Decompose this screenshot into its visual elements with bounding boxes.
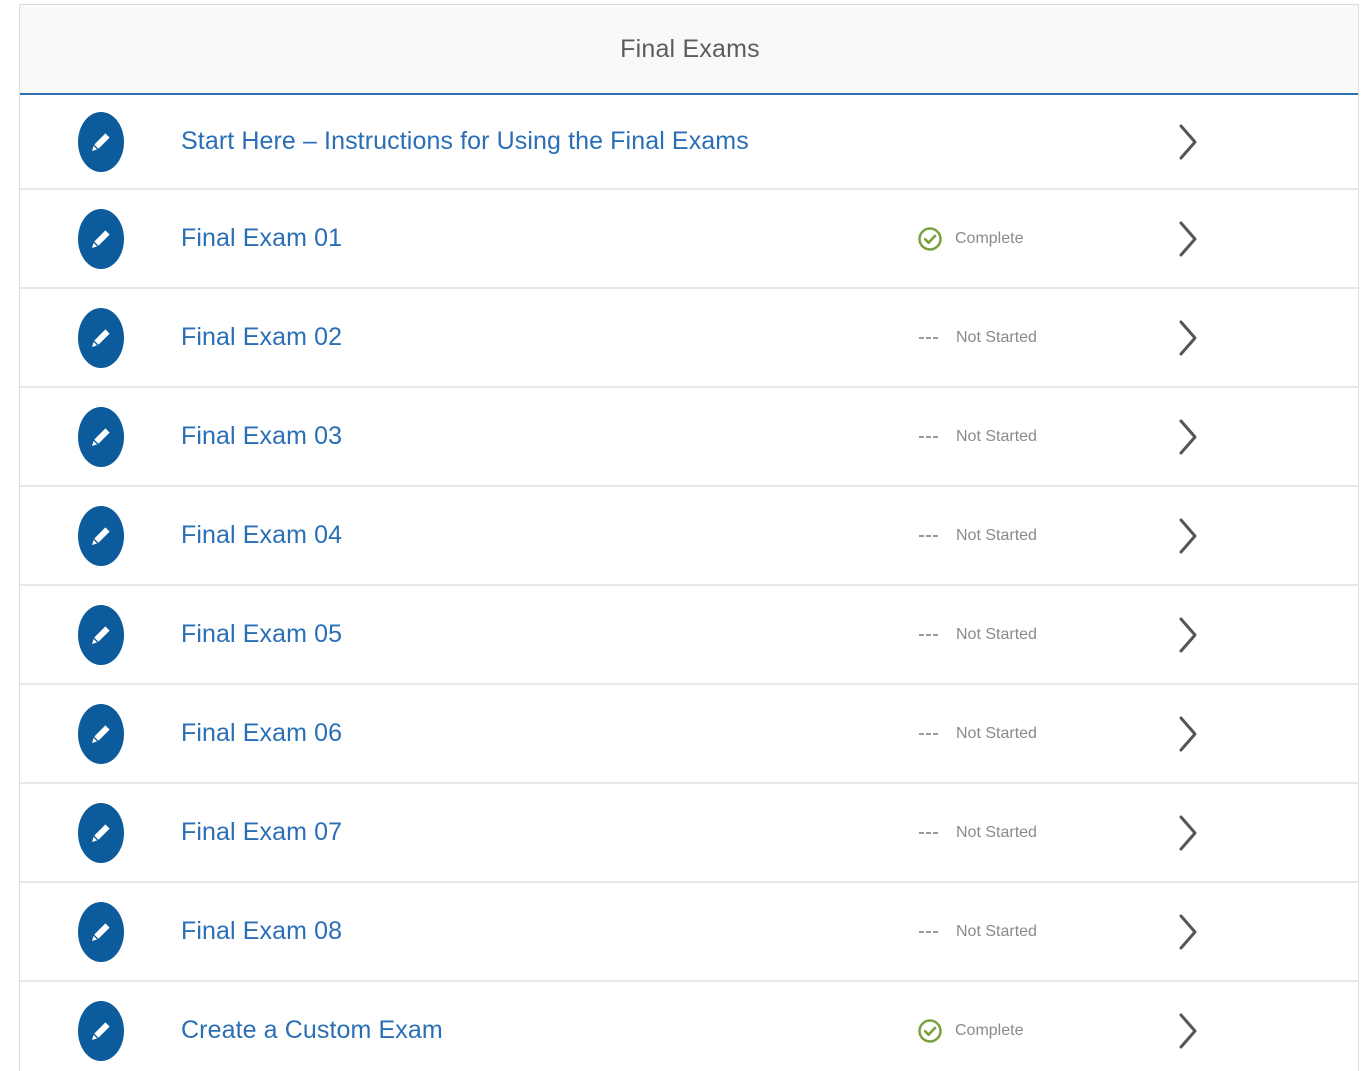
panel-header: Final Exams bbox=[20, 5, 1358, 95]
pencil-icon bbox=[78, 901, 124, 962]
status-indicator: Complete bbox=[917, 226, 1023, 252]
dashes-icon bbox=[917, 336, 942, 340]
exam-row[interactable]: Final Exam 08 Not Started bbox=[20, 883, 1358, 982]
pencil-icon bbox=[78, 307, 124, 368]
dashes-icon bbox=[917, 534, 942, 538]
chevron-right-icon[interactable] bbox=[1176, 1012, 1200, 1050]
exam-row[interactable]: Create a Custom Exam Complete bbox=[20, 982, 1358, 1071]
status-label: Complete bbox=[955, 229, 1024, 247]
exam-row[interactable]: Final Exam 02 Not Started bbox=[20, 289, 1358, 388]
exam-row[interactable]: Final Exam 06 Not Started bbox=[20, 685, 1358, 784]
status-label: Not Started bbox=[956, 328, 1037, 346]
status-label: Not Started bbox=[956, 823, 1037, 841]
exam-row-title[interactable]: Final Exam 01 bbox=[181, 223, 342, 252]
pencil-icon bbox=[78, 1000, 124, 1061]
status-label: Not Started bbox=[956, 922, 1037, 940]
check-circle-icon bbox=[917, 1018, 943, 1044]
exam-row-title[interactable]: Final Exam 05 bbox=[181, 619, 342, 648]
exam-row-title[interactable]: Final Exam 07 bbox=[181, 817, 342, 846]
status-label: Not Started bbox=[956, 724, 1037, 742]
exam-row[interactable]: Final Exam 03 Not Started bbox=[20, 388, 1358, 487]
status-indicator: Not Started bbox=[917, 725, 1037, 743]
status-label: Not Started bbox=[956, 526, 1037, 544]
exam-row[interactable]: Final Exam 04 Not Started bbox=[20, 487, 1358, 586]
exam-row-title[interactable]: Create a Custom Exam bbox=[181, 1015, 443, 1044]
status-indicator: Not Started bbox=[917, 626, 1037, 644]
pencil-icon bbox=[78, 111, 124, 172]
exam-row[interactable]: Final Exam 07 Not Started bbox=[20, 784, 1358, 883]
exam-row-title[interactable]: Final Exam 02 bbox=[181, 322, 342, 351]
dashes-icon bbox=[917, 930, 942, 934]
chevron-right-icon[interactable] bbox=[1176, 418, 1200, 456]
exam-row[interactable]: Start Here – Instructions for Using the … bbox=[20, 95, 1358, 190]
chevron-right-icon[interactable] bbox=[1176, 123, 1200, 161]
status-label: Not Started bbox=[956, 427, 1037, 445]
check-circle-icon bbox=[917, 226, 943, 252]
exam-row-title[interactable]: Final Exam 08 bbox=[181, 916, 342, 945]
exam-row-title[interactable]: Final Exam 04 bbox=[181, 520, 342, 549]
pencil-icon bbox=[78, 703, 124, 764]
pencil-icon bbox=[78, 604, 124, 665]
pencil-icon bbox=[78, 505, 124, 566]
status-label: Not Started bbox=[956, 625, 1037, 643]
dashes-icon bbox=[917, 831, 942, 835]
exam-row-title[interactable]: Final Exam 06 bbox=[181, 718, 342, 747]
chevron-right-icon[interactable] bbox=[1176, 220, 1200, 258]
exam-row[interactable]: Final Exam 05 Not Started bbox=[20, 586, 1358, 685]
pencil-icon bbox=[78, 406, 124, 467]
panel-title: Final Exams bbox=[620, 34, 760, 63]
status-indicator: Not Started bbox=[917, 824, 1037, 842]
status-indicator: Not Started bbox=[917, 527, 1037, 545]
chevron-right-icon[interactable] bbox=[1176, 715, 1200, 753]
chevron-right-icon[interactable] bbox=[1176, 616, 1200, 654]
pencil-icon bbox=[78, 208, 124, 269]
chevron-right-icon[interactable] bbox=[1176, 319, 1200, 357]
status-indicator: Not Started bbox=[917, 329, 1037, 347]
status-indicator: Not Started bbox=[917, 428, 1037, 446]
status-label: Complete bbox=[955, 1021, 1024, 1039]
exam-row-title[interactable]: Final Exam 03 bbox=[181, 421, 342, 450]
exam-row-title[interactable]: Start Here – Instructions for Using the … bbox=[181, 126, 749, 155]
dashes-icon bbox=[917, 633, 942, 637]
pencil-icon bbox=[78, 802, 124, 863]
chevron-right-icon[interactable] bbox=[1176, 913, 1200, 951]
dashes-icon bbox=[917, 732, 942, 736]
final-exams-panel: Final Exams Start Here – Instructions fo… bbox=[19, 4, 1359, 1071]
status-indicator: Not Started bbox=[917, 923, 1037, 941]
status-indicator: Complete bbox=[917, 1018, 1023, 1044]
exam-list: Start Here – Instructions for Using the … bbox=[20, 95, 1358, 1071]
chevron-right-icon[interactable] bbox=[1176, 517, 1200, 555]
chevron-right-icon[interactable] bbox=[1176, 814, 1200, 852]
exam-row[interactable]: Final Exam 01 Complete bbox=[20, 190, 1358, 289]
dashes-icon bbox=[917, 435, 942, 439]
